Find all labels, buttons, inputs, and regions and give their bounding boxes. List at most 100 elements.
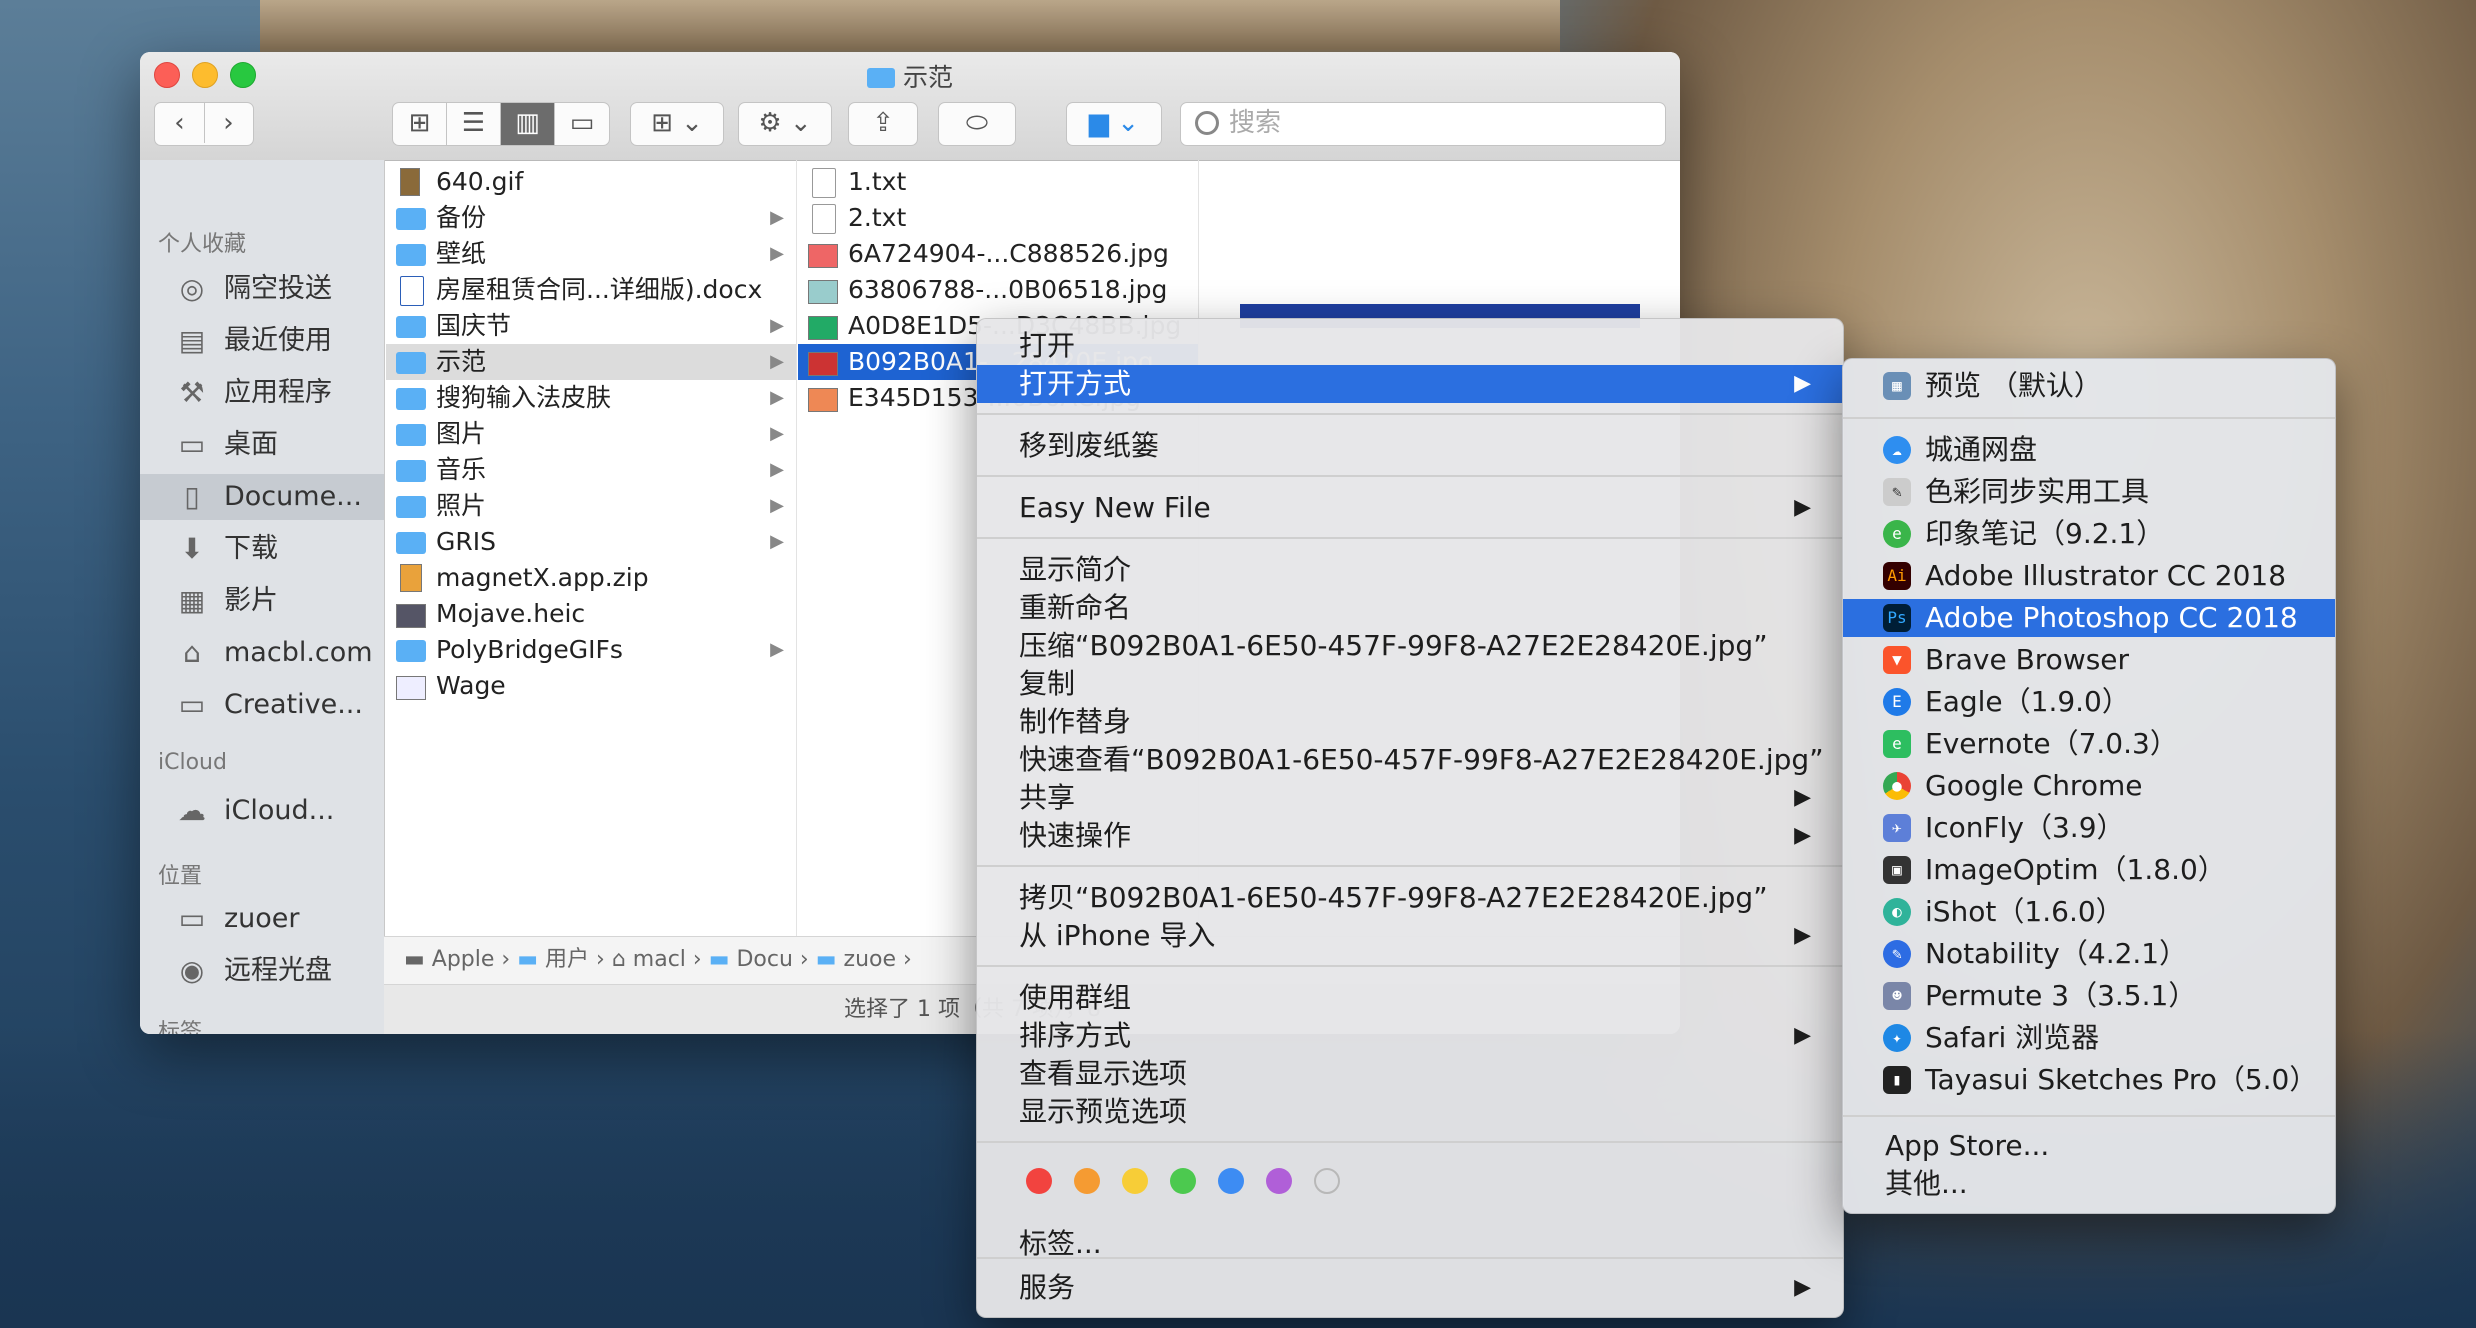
list-item[interactable]: Mojave.heic bbox=[386, 596, 796, 632]
list-item[interactable]: 照片 ▶ bbox=[386, 488, 796, 524]
sidebar-item-remote-disc[interactable]: ◉ 远程光盘 bbox=[140, 948, 384, 994]
menu-item-quick-actions[interactable]: 快速操作 ▶ bbox=[977, 817, 1843, 855]
folder-icon: ▬ bbox=[708, 947, 737, 972]
sidebar-item-movies[interactable]: ▦ 影片 bbox=[140, 578, 384, 624]
list-item[interactable]: 音乐 ▶ bbox=[386, 452, 796, 488]
menu-item-services[interactable]: 服务 ▶ bbox=[977, 1269, 1843, 1307]
list-item[interactable]: 63806788-...0B06518.jpg bbox=[798, 272, 1198, 308]
list-item[interactable]: magnetX.app.zip bbox=[386, 560, 796, 596]
tag-blue-dot[interactable] bbox=[1218, 1168, 1244, 1194]
path-segment[interactable]: Apple bbox=[432, 947, 495, 972]
sidebar-header-locations: 位置 bbox=[158, 864, 203, 889]
menu-item-view-options[interactable]: 查看显示选项 bbox=[977, 1055, 1843, 1093]
list-item[interactable]: 备份 ▶ bbox=[386, 200, 796, 236]
submenu-item-app[interactable]: ☁ 城通网盘 bbox=[1843, 431, 2335, 469]
column-view-icon[interactable]: ▥ bbox=[501, 103, 555, 145]
tag-gray-dot[interactable] bbox=[1314, 1168, 1340, 1194]
submenu-item-preview-default[interactable]: ▦ 预览 （默认） bbox=[1843, 367, 2335, 405]
list-item[interactable]: 壁纸 ▶ bbox=[386, 236, 796, 272]
sidebar-item-applications[interactable]: ⚒ 应用程序 bbox=[140, 370, 384, 416]
chevron-left-icon[interactable]: ‹ bbox=[156, 103, 205, 143]
menu-item-copy[interactable]: 拷贝“B092B0A1-6E50-457F-99F8-A27E2E28420E.… bbox=[977, 879, 1843, 917]
submenu-item-app[interactable]: ✈ IconFly（3.9） bbox=[1843, 809, 2335, 847]
menu-item-quick-look[interactable]: 快速查看“B092B0A1-6E50-457F-99F8-A27E2E28420… bbox=[977, 741, 1843, 779]
submenu-item-app[interactable]: Ai Adobe Illustrator CC 2018 bbox=[1843, 557, 2335, 595]
menu-item-use-groups[interactable]: 使用群组 bbox=[977, 979, 1843, 1017]
action-button[interactable]: ⚙ ⌄ bbox=[738, 102, 832, 146]
tag-orange-dot[interactable] bbox=[1074, 1168, 1100, 1194]
submenu-item-app[interactable]: e 印象笔记（9.2.1） bbox=[1843, 515, 2335, 553]
list-item[interactable]: 搜狗输入法皮肤 ▶ bbox=[386, 380, 796, 416]
tag-red-dot[interactable] bbox=[1026, 1168, 1052, 1194]
submenu-item-app[interactable]: ☻ Permute 3（3.5.1） bbox=[1843, 977, 2335, 1015]
list-item-selected[interactable]: 示范 ▶ bbox=[386, 344, 796, 380]
submenu-item-app[interactable]: e Evernote（7.0.3） bbox=[1843, 725, 2335, 763]
menu-item-move-to-trash[interactable]: 移到废纸篓 bbox=[977, 427, 1843, 465]
list-item[interactable]: 房屋租赁合同...详细版).docx bbox=[386, 272, 796, 308]
list-item[interactable]: PolyBridgeGIFs ▶ bbox=[386, 632, 796, 668]
sidebar-item-icloud-drive[interactable]: ☁ iCloud... bbox=[140, 788, 384, 834]
sidebar-item-recents[interactable]: ▤ 最近使用 bbox=[140, 318, 384, 364]
submenu-item-app-highlighted[interactable]: Ps Adobe Photoshop CC 2018 bbox=[1843, 599, 2335, 637]
path-segment[interactable]: Docu bbox=[736, 947, 792, 972]
menu-item-compress[interactable]: 压缩“B092B0A1-6E50-457F-99F8-A27E2E28420E.… bbox=[977, 627, 1843, 665]
menu-item-open-with[interactable]: 打开方式 ▶ bbox=[977, 365, 1843, 403]
path-segment[interactable]: 用户 bbox=[545, 947, 589, 972]
submenu-item-app[interactable]: ▼ Brave Browser bbox=[1843, 641, 2335, 679]
submenu-item-app[interactable]: ✎ 色彩同步实用工具 bbox=[1843, 473, 2335, 511]
sidebar-item-downloads[interactable]: ⬇ 下载 bbox=[140, 526, 384, 572]
sidebar-item-documents[interactable]: ▯ Docume... bbox=[140, 474, 384, 520]
menu-item-preview-options[interactable]: 显示预览选项 bbox=[977, 1093, 1843, 1131]
icon-view-icon[interactable]: ⊞ bbox=[393, 103, 447, 145]
disc-icon: ◉ bbox=[179, 954, 205, 987]
submenu-item-app[interactable]: ◐ iShot（1.6.0） bbox=[1843, 893, 2335, 931]
submenu-item-app[interactable]: ▣ ImageOptim（1.8.0） bbox=[1843, 851, 2335, 889]
path-segment[interactable]: zuoe bbox=[844, 947, 897, 972]
sidebar-item-computer[interactable]: ▭ zuoer bbox=[140, 896, 384, 942]
list-item[interactable]: 1.txt bbox=[798, 164, 1198, 200]
submenu-item-app[interactable]: ✦ Safari 浏览器 bbox=[1843, 1019, 2335, 1057]
menu-item-open[interactable]: 打开 bbox=[977, 327, 1843, 365]
tag-yellow-dot[interactable] bbox=[1122, 1168, 1148, 1194]
list-item[interactable]: 2.txt bbox=[798, 200, 1198, 236]
menu-item-duplicate[interactable]: 复制 bbox=[977, 665, 1843, 703]
submenu-item-app[interactable]: ▮ Tayasui Sketches Pro（5.0） bbox=[1843, 1061, 2335, 1099]
sidebar-item-creative[interactable]: ▭ Creative... bbox=[140, 682, 384, 728]
menu-item-import-from-iphone[interactable]: 从 iPhone 导入 ▶ bbox=[977, 917, 1843, 955]
gallery-view-icon[interactable]: ▭ bbox=[555, 103, 609, 145]
tag-button[interactable]: ⬭ bbox=[938, 102, 1016, 146]
tag-green-dot[interactable] bbox=[1170, 1168, 1196, 1194]
search-input[interactable]: 搜索 bbox=[1180, 102, 1666, 146]
submenu-item-app[interactable]: E Eagle（1.9.0） bbox=[1843, 683, 2335, 721]
menu-item-sort-by[interactable]: 排序方式 ▶ bbox=[977, 1017, 1843, 1055]
list-item[interactable]: Wage bbox=[386, 668, 796, 704]
image-file-icon bbox=[400, 168, 420, 196]
submenu-item-app-store[interactable]: App Store... bbox=[1843, 1127, 2335, 1165]
back-forward-buttons[interactable]: ‹ › bbox=[154, 102, 254, 146]
list-view-icon[interactable]: ☰ bbox=[447, 103, 501, 145]
list-item[interactable]: 图片 ▶ bbox=[386, 416, 796, 452]
menu-item-make-alias[interactable]: 制作替身 bbox=[977, 703, 1843, 741]
list-item[interactable]: 640.gif bbox=[386, 164, 796, 200]
chevron-right-icon[interactable]: › bbox=[205, 103, 253, 143]
submenu-item-app[interactable]: ● Google Chrome bbox=[1843, 767, 2335, 805]
path-segment[interactable]: macl bbox=[633, 947, 686, 972]
menu-item-get-info[interactable]: 显示简介 bbox=[977, 551, 1843, 589]
list-item[interactable]: GRIS ▶ bbox=[386, 524, 796, 560]
submenu-arrow-icon: ▶ bbox=[1794, 923, 1811, 948]
view-mode-segment[interactable]: ⊞ ☰ ▥ ▭ bbox=[392, 102, 610, 146]
submenu-item-other[interactable]: 其他... bbox=[1843, 1165, 2335, 1203]
sidebar-item-desktop[interactable]: ▭ 桌面 bbox=[140, 422, 384, 468]
tag-purple-dot[interactable] bbox=[1266, 1168, 1292, 1194]
new-folder-button[interactable]: ▆ ⌄ bbox=[1066, 102, 1162, 146]
sidebar-item-airdrop[interactable]: ◎ 隔空投送 bbox=[140, 266, 384, 312]
list-item[interactable]: 国庆节 ▶ bbox=[386, 308, 796, 344]
group-by-button[interactable]: ⊞ ⌄ bbox=[630, 102, 724, 146]
submenu-item-app[interactable]: ✎ Notability（4.2.1） bbox=[1843, 935, 2335, 973]
menu-item-rename[interactable]: 重新命名 bbox=[977, 589, 1843, 627]
menu-item-easy-new-file[interactable]: Easy New File ▶ bbox=[977, 489, 1843, 527]
sidebar-item-home[interactable]: ⌂ macbl.com bbox=[140, 630, 384, 676]
share-button[interactable]: ⇪ bbox=[848, 102, 918, 146]
list-item[interactable]: 6A724904-...C888526.jpg bbox=[798, 236, 1198, 272]
menu-item-share[interactable]: 共享 ▶ bbox=[977, 779, 1843, 817]
